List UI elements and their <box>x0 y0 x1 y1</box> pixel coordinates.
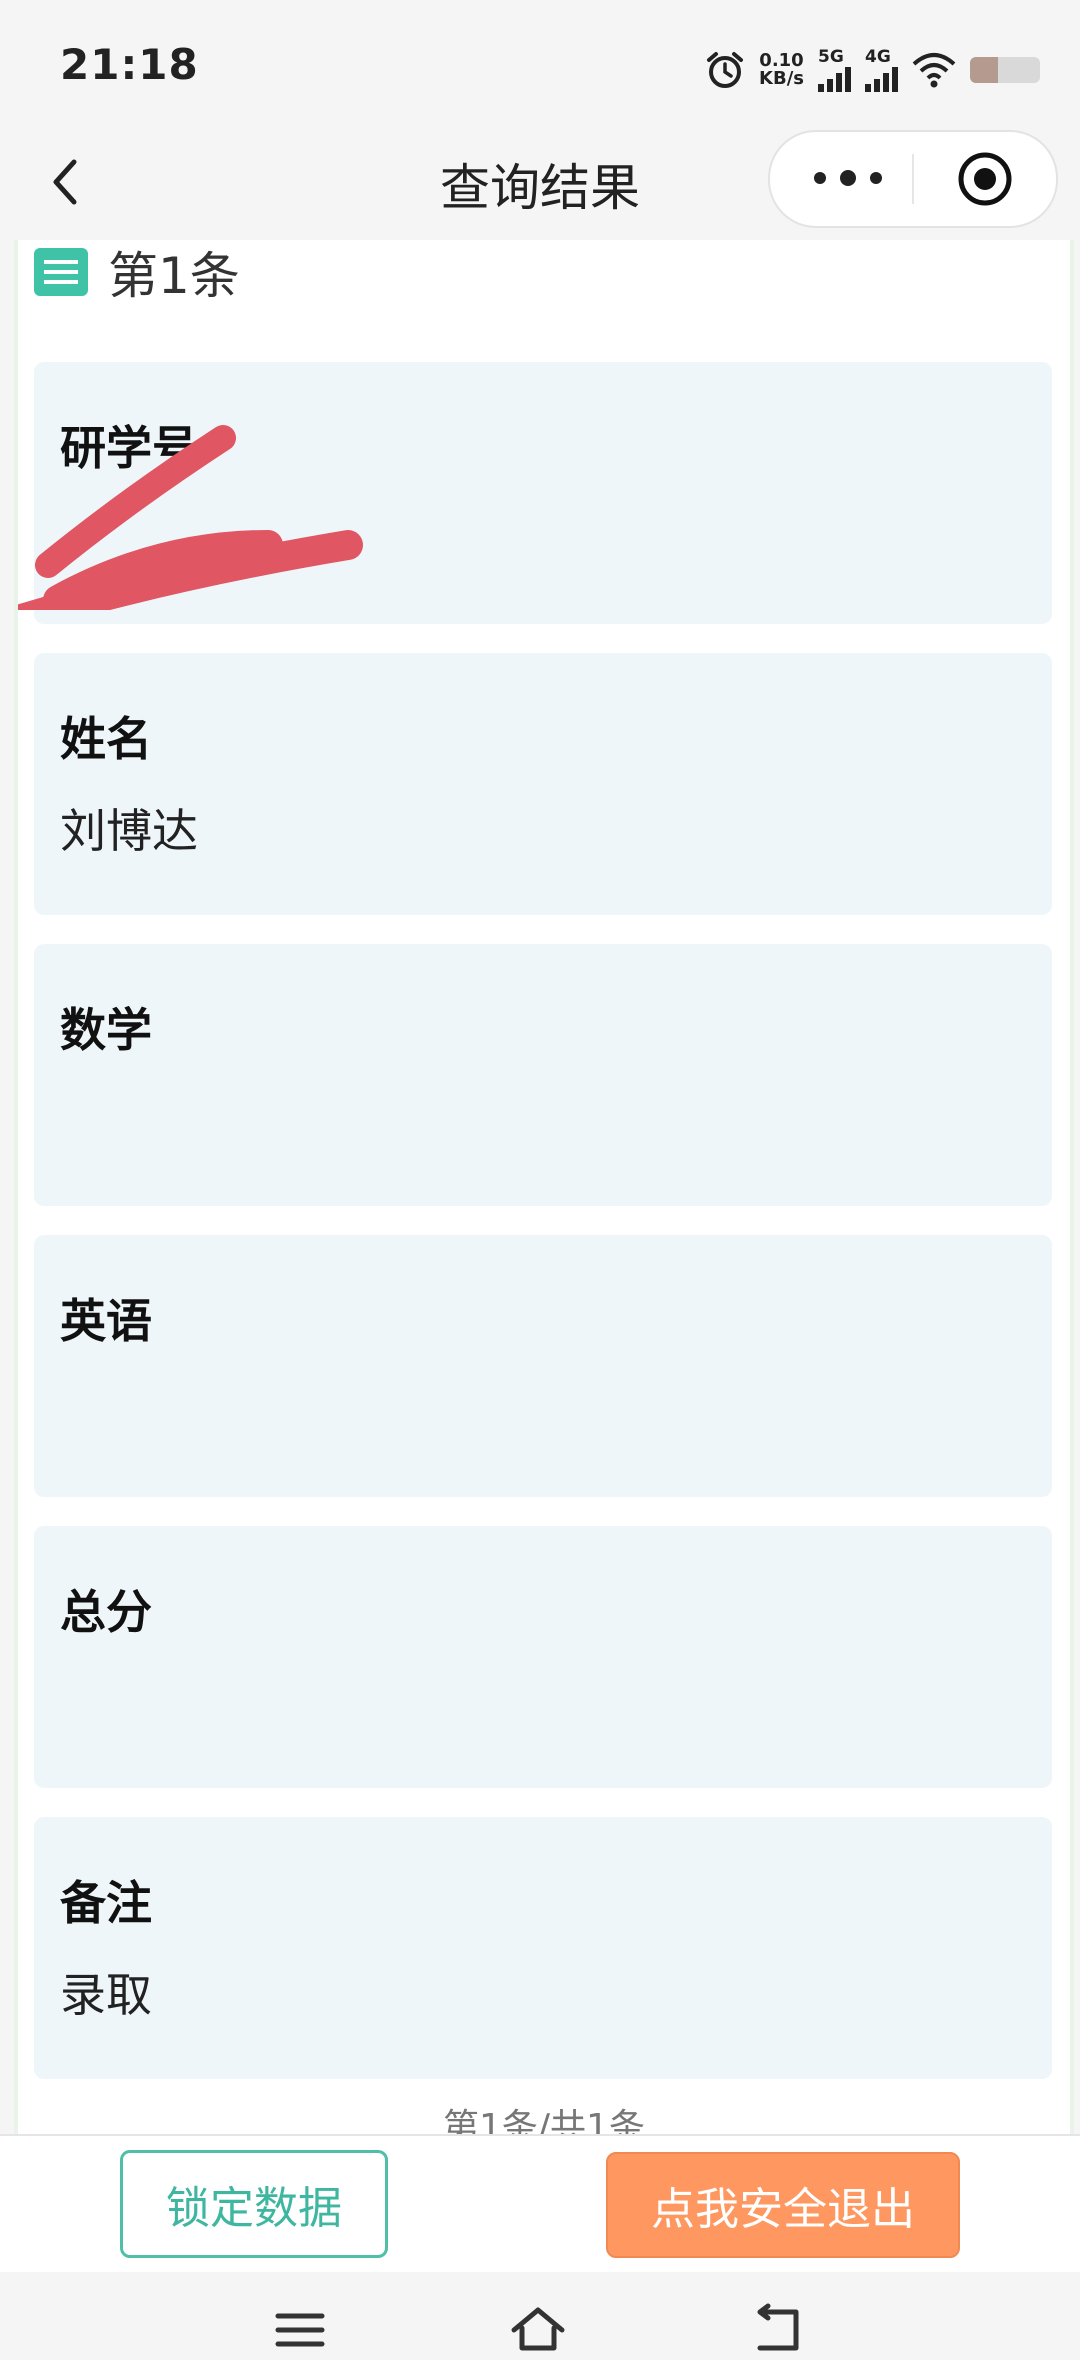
record-header: 第1条 <box>32 240 240 305</box>
field-card-english: 英语 <box>34 1235 1052 1497</box>
target-circle-icon[interactable] <box>956 150 1014 208</box>
field-card-total: 总分 <box>34 1526 1052 1788</box>
system-nav-bar <box>0 2272 1080 2360</box>
field-label: 备注 <box>60 1876 152 1930</box>
miniprogram-capsule <box>768 130 1058 228</box>
alarm-icon <box>707 52 744 88</box>
wifi-icon <box>912 53 956 88</box>
result-content: 第1条 研学号 姓名 刘博达 数学 英语 总分 备注 录取 第1条/共1条 <box>14 240 1074 2134</box>
menu-icon[interactable] <box>270 2302 330 2354</box>
field-label: 英语 <box>60 1294 152 1348</box>
nav-bar: 查询结果 <box>0 130 1080 240</box>
safe-exit-button[interactable]: 点我安全退出 <box>606 2152 960 2258</box>
net-speed-unit: KB/s <box>759 68 804 89</box>
sim1-label: 5G <box>818 46 844 67</box>
battery-icon <box>970 57 1040 83</box>
field-card-remark: 备注 录取 <box>34 1817 1052 2079</box>
signal-5g-icon: 5G <box>818 46 851 92</box>
redaction-scribble <box>18 425 363 610</box>
status-time: 21:18 <box>60 40 199 89</box>
field-label: 总分 <box>60 1585 152 1639</box>
status-icons: 0.10 KB/s 5G 4G <box>705 46 1040 94</box>
more-dots-icon[interactable] <box>808 160 888 196</box>
action-bar: 锁定数据 点我安全退出 <box>0 2134 1080 2274</box>
back-icon[interactable] <box>748 2302 808 2354</box>
pager-text: 第1条/共1条 <box>443 2107 645 2134</box>
signal-4g-icon: 4G <box>865 46 898 92</box>
home-icon[interactable] <box>508 2302 568 2354</box>
list-doc-icon <box>34 248 88 296</box>
field-card-name: 姓名 刘博达 <box>34 653 1052 915</box>
field-label: 姓名 <box>60 712 152 766</box>
net-speed: 0.10 KB/s <box>759 52 804 88</box>
field-value: 刘博达 <box>60 804 198 858</box>
sim2-label: 4G <box>865 46 891 67</box>
record-title: 第1条 <box>108 247 240 305</box>
field-label: 数学 <box>60 1003 152 1057</box>
field-card-math: 数学 <box>34 944 1052 1206</box>
capsule-divider <box>912 154 914 204</box>
field-value: 录取 <box>60 1968 152 2022</box>
status-bar: 21:18 0.10 KB/s 5G 4G <box>0 0 1080 130</box>
lock-data-button[interactable]: 锁定数据 <box>120 2150 388 2258</box>
